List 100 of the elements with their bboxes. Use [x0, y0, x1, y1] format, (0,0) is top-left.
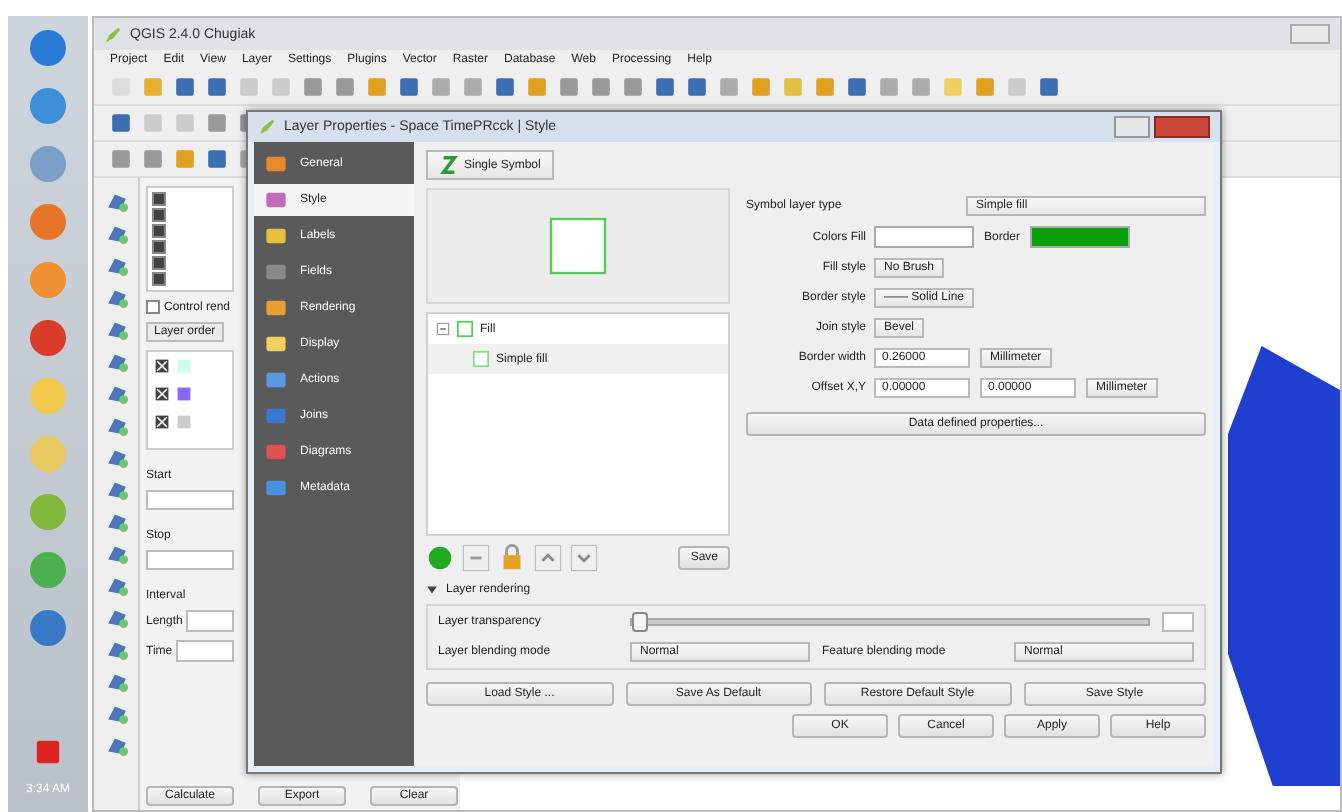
tool-icon[interactable]	[105, 190, 127, 212]
tool-icon[interactable]	[558, 76, 580, 98]
layer-checkbox[interactable]	[152, 192, 166, 206]
section-icon	[264, 188, 288, 212]
section-icon	[264, 332, 288, 356]
layer-icon[interactable]	[154, 414, 170, 430]
section-icon	[264, 296, 288, 320]
tool-icon[interactable]	[430, 76, 452, 98]
tool-icon[interactable]	[494, 76, 516, 98]
app-icon[interactable]	[28, 260, 68, 300]
tool-icon[interactable]	[105, 446, 127, 468]
collapse-icon[interactable]	[436, 322, 450, 336]
tool-icon[interactable]	[302, 76, 324, 98]
tool-icon[interactable]	[105, 734, 127, 756]
layer-checkbox[interactable]	[152, 256, 166, 270]
transparency-slider[interactable]	[630, 618, 1150, 626]
input-field[interactable]	[186, 610, 234, 632]
app-icon[interactable]	[28, 28, 68, 68]
tool-icon[interactable]	[590, 76, 612, 98]
tool-icon[interactable]	[105, 350, 127, 372]
tool-icon[interactable]	[142, 148, 164, 170]
section-icon	[264, 152, 288, 176]
layer-icon[interactable]	[154, 386, 170, 402]
app-icon[interactable]	[28, 608, 68, 648]
tool-icon[interactable]	[398, 76, 420, 98]
tool-icon[interactable]	[750, 76, 772, 98]
tool-icon[interactable]	[105, 222, 127, 244]
tool-icon[interactable]	[878, 76, 900, 98]
close-button[interactable]	[1154, 116, 1210, 138]
app-icon[interactable]	[28, 144, 68, 184]
fill-color-button[interactable]	[874, 226, 974, 248]
slider-thumb[interactable]	[632, 612, 648, 632]
swatch-icon	[176, 414, 192, 430]
tool-icon[interactable]	[462, 76, 484, 98]
app-icon[interactable]	[28, 318, 68, 358]
section-icon	[264, 368, 288, 392]
swatch-icon	[176, 386, 192, 402]
section-icon	[264, 260, 288, 284]
section-icon	[264, 476, 288, 500]
tool-icon[interactable]	[174, 76, 196, 98]
tool-icon[interactable]	[105, 510, 127, 532]
section-icon	[264, 224, 288, 248]
border-color-button[interactable]	[1030, 226, 1131, 248]
section-icon	[264, 404, 288, 428]
tool-icon[interactable]	[105, 254, 127, 276]
tool-icon[interactable]	[105, 542, 127, 564]
remove-icon[interactable]	[462, 544, 490, 572]
app-icon[interactable]	[28, 86, 68, 126]
pencil-icon	[104, 25, 122, 43]
tool-icon[interactable]	[1038, 76, 1060, 98]
tool-icon[interactable]	[105, 318, 127, 340]
layer-icon[interactable]	[154, 358, 170, 374]
tool-icon[interactable]	[206, 76, 228, 98]
tool-icon[interactable]	[105, 382, 127, 404]
caret-down-icon[interactable]	[426, 584, 438, 596]
tool-icon[interactable]	[846, 76, 868, 98]
tool-icon[interactable]	[105, 286, 127, 308]
tool-icon[interactable]	[334, 76, 356, 98]
tool-icon[interactable]	[654, 76, 676, 98]
tool-icon[interactable]	[105, 574, 127, 596]
tool-icon[interactable]	[105, 414, 127, 436]
section-icon	[264, 440, 288, 464]
tool-icon[interactable]	[105, 478, 127, 500]
stop-field[interactable]	[146, 550, 234, 570]
tool-icon[interactable]	[174, 148, 196, 170]
tool-icon[interactable]	[105, 702, 127, 724]
minimize-button[interactable]	[1114, 116, 1150, 138]
layer-checkbox[interactable]	[152, 224, 166, 238]
tool-icon[interactable]	[105, 606, 127, 628]
tool-icon[interactable]	[110, 112, 132, 134]
checkbox[interactable]	[146, 300, 160, 314]
minimize-button[interactable]	[1290, 24, 1330, 44]
tool-icon[interactable]	[526, 76, 548, 98]
tool-icon[interactable]	[110, 148, 132, 170]
app-icon[interactable]	[28, 202, 68, 242]
spin-box[interactable]	[1162, 612, 1194, 632]
app-icon[interactable]	[28, 492, 68, 532]
tool-icon[interactable]	[686, 76, 708, 98]
tool-icon[interactable]	[910, 76, 932, 98]
layer-checkbox[interactable]	[152, 208, 166, 222]
tool-icon[interactable]	[718, 76, 740, 98]
app-icon[interactable]	[28, 550, 68, 590]
tool-icon[interactable]	[974, 76, 996, 98]
layer-checkbox[interactable]	[152, 272, 166, 286]
input-field[interactable]	[176, 640, 234, 662]
tool-icon[interactable]	[105, 638, 127, 660]
move-up-icon[interactable]	[534, 544, 562, 572]
tool-icon[interactable]	[814, 76, 836, 98]
swatch-icon	[176, 358, 192, 374]
start-field[interactable]	[146, 490, 234, 510]
layer-checkbox[interactable]	[152, 240, 166, 254]
tool-icon[interactable]	[622, 76, 644, 98]
tool-icon[interactable]	[105, 670, 127, 692]
lock-icon[interactable]	[498, 544, 526, 572]
tool-icon[interactable]	[206, 148, 228, 170]
add-icon[interactable]	[426, 544, 454, 572]
move-down-icon[interactable]	[570, 544, 598, 572]
square-icon	[548, 216, 608, 276]
tool-icon[interactable]	[206, 112, 228, 134]
tool-icon[interactable]	[366, 76, 388, 98]
